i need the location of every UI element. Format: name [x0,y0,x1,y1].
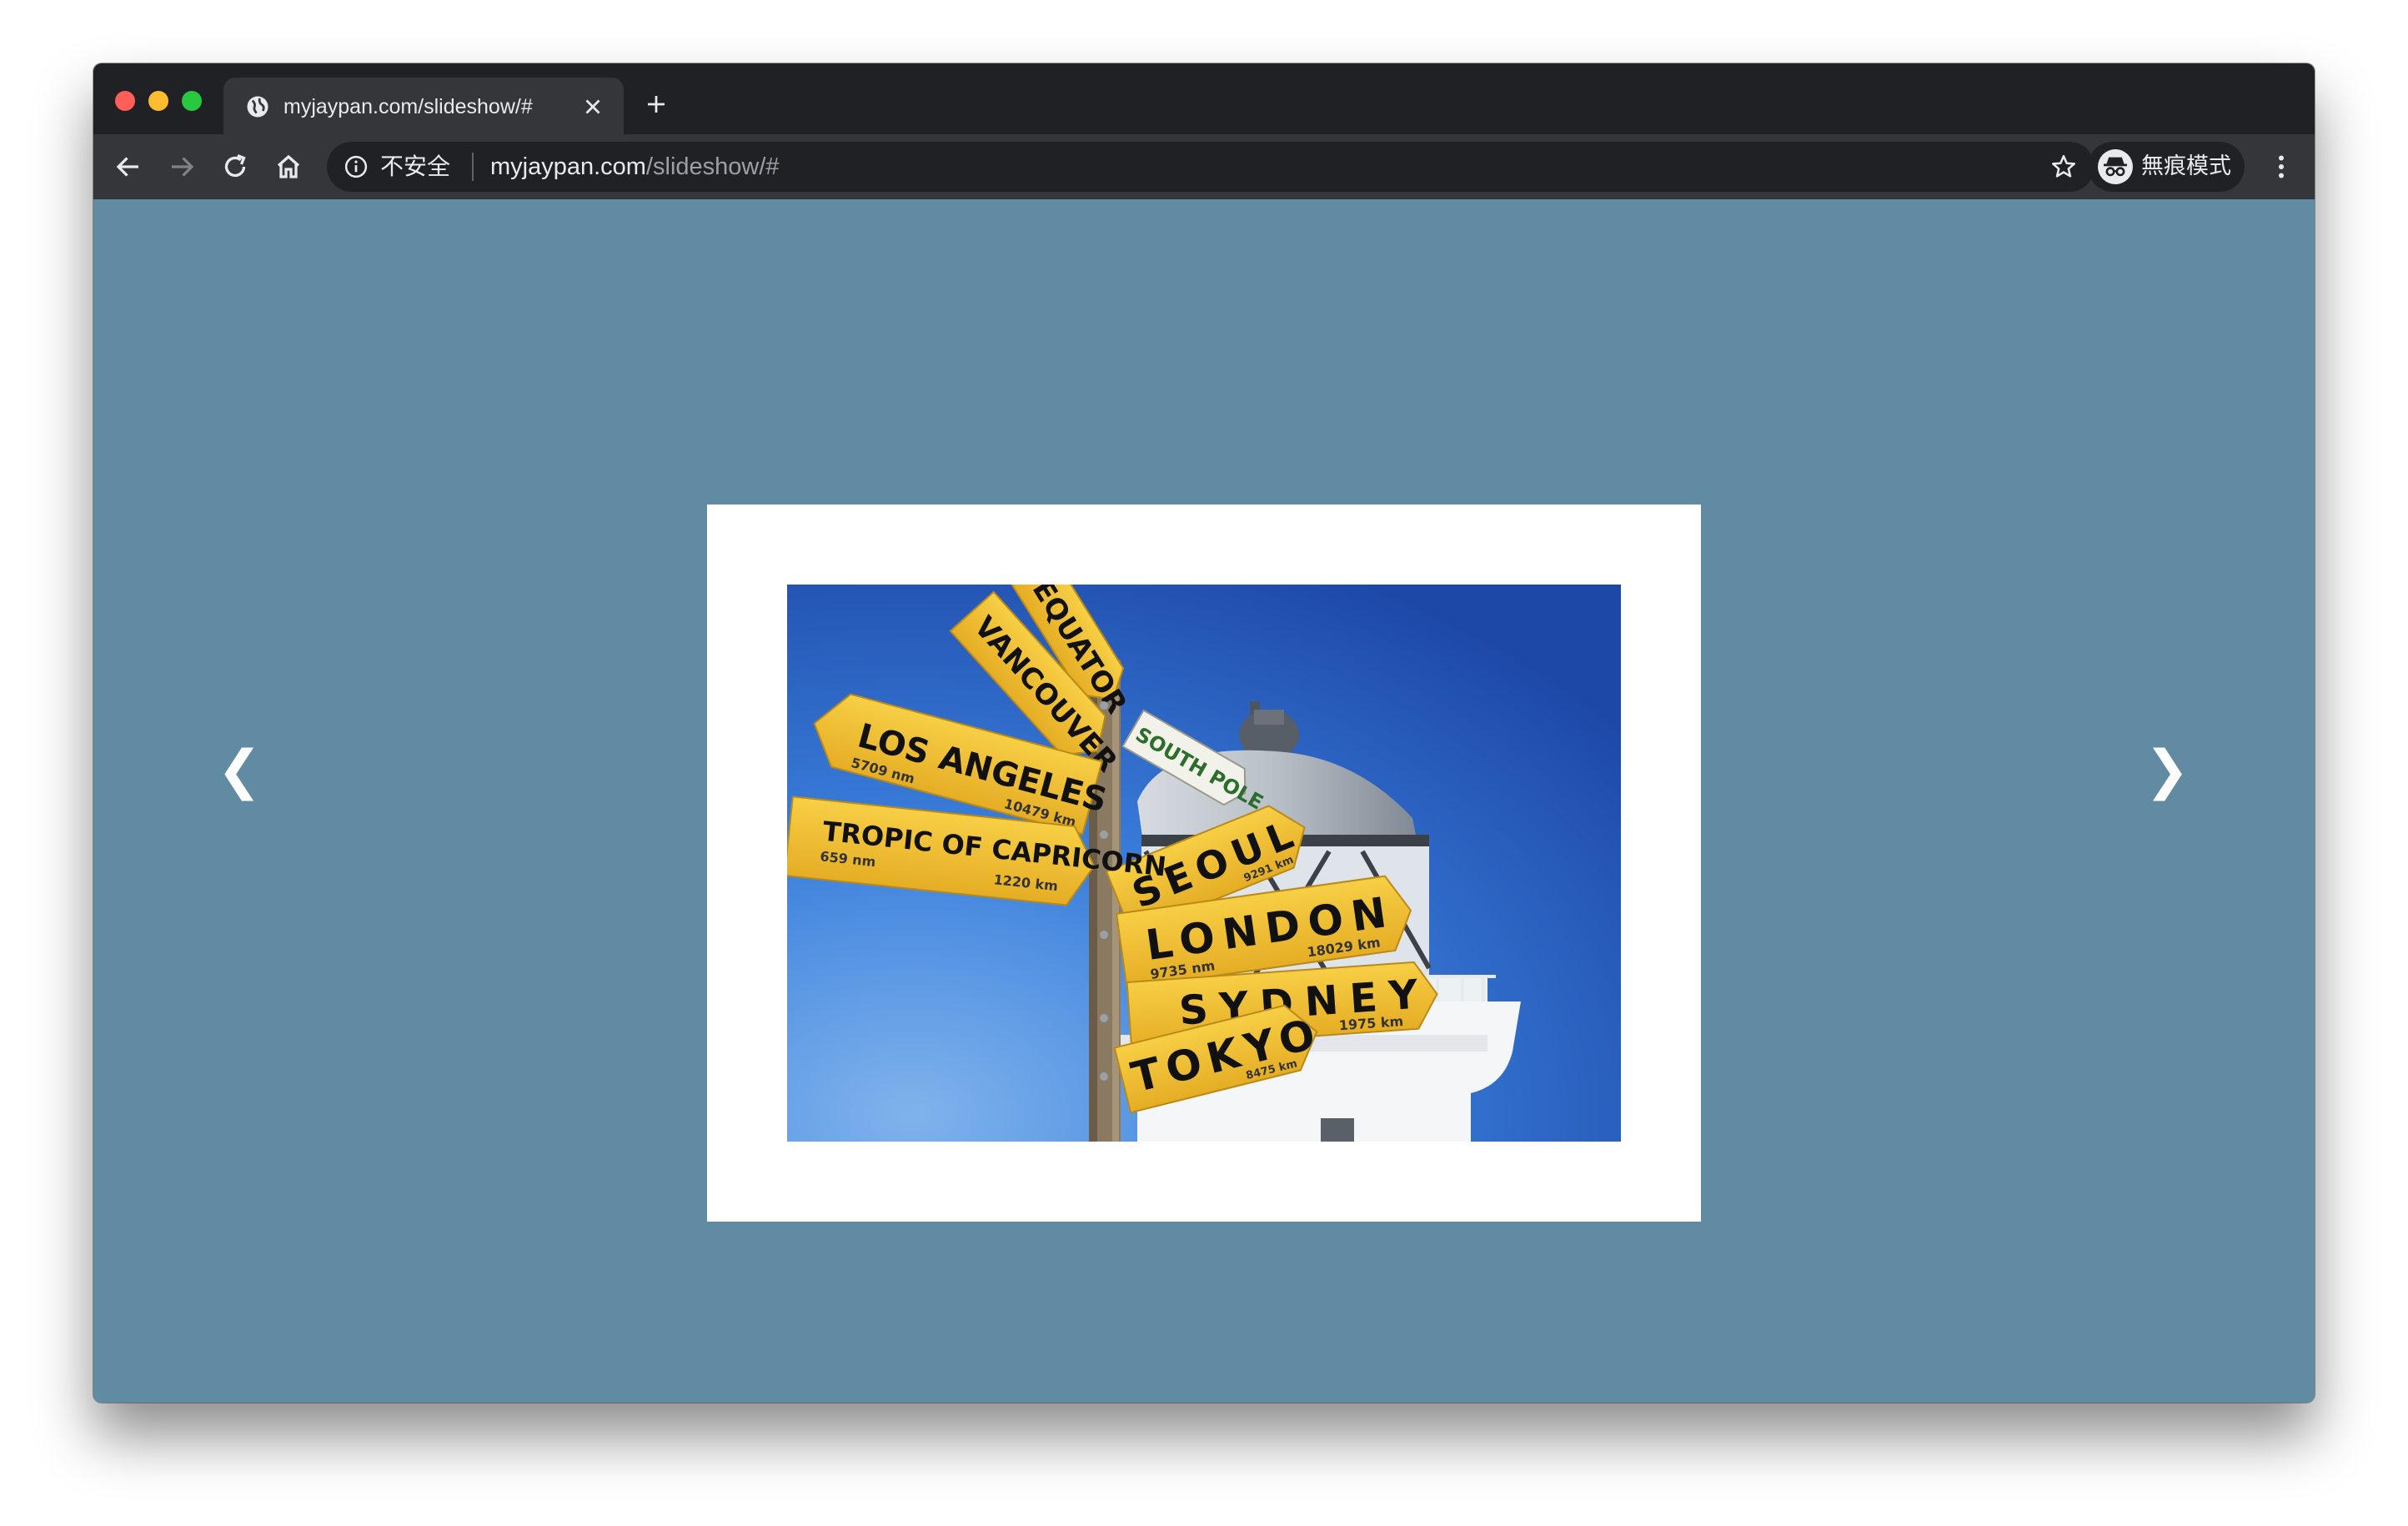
reload-icon[interactable] [220,152,250,182]
toolbar: 不安全 myjaypan.com/slideshow/# 無痕模式 [93,134,2315,199]
url-host: myjaypan.com [490,153,646,180]
page-content: ❮ ❯ EQUATOR VANCOUVER SOUTH POLE LOS ANG… [93,199,2315,1403]
home-icon[interactable] [273,152,304,182]
url-text[interactable]: myjaypan.com/slideshow/# [490,153,780,180]
close-window-button[interactable] [115,91,135,111]
security-label[interactable]: 不安全 [380,154,450,179]
globe-icon [247,96,268,118]
browser-window: myjaypan.com/slideshow/# 不安全 myjaypan.co… [93,63,2315,1403]
bookmark-star-icon[interactable] [2049,153,2078,181]
previous-slide-button[interactable]: ❮ [210,741,268,800]
incognito-icon [2098,149,2133,184]
slide-frame: EQUATOR VANCOUVER SOUTH POLE LOS ANGELES… [707,504,1701,1222]
next-slide-button[interactable]: ❯ [2138,741,2196,800]
close-tab-icon[interactable] [580,94,605,119]
signpost-photo: EQUATOR VANCOUVER SOUTH POLE LOS ANGELES… [787,585,1621,1142]
maximize-window-button[interactable] [182,91,202,111]
minimize-window-button[interactable] [148,91,168,111]
forward-icon[interactable] [167,152,197,182]
incognito-profile-button[interactable]: 無痕模式 [2088,142,2245,192]
tab-active[interactable]: myjaypan.com/slideshow/# [223,78,624,134]
back-icon[interactable] [113,152,143,182]
address-bar[interactable]: 不安全 myjaypan.com/slideshow/# [327,142,2094,192]
slide-image: EQUATOR VANCOUVER SOUTH POLE LOS ANGELES… [787,585,1621,1142]
tab-title: myjaypan.com/slideshow/# [283,95,533,118]
new-tab-icon[interactable] [644,92,669,117]
incognito-label: 無痕模式 [2141,153,2231,179]
omnibox-divider [472,153,474,181]
tab-strip: myjaypan.com/slideshow/# [93,63,2315,134]
more-menu-icon[interactable] [2266,152,2296,182]
url-path: /slideshow/# [645,153,780,180]
info-icon[interactable] [344,154,369,179]
